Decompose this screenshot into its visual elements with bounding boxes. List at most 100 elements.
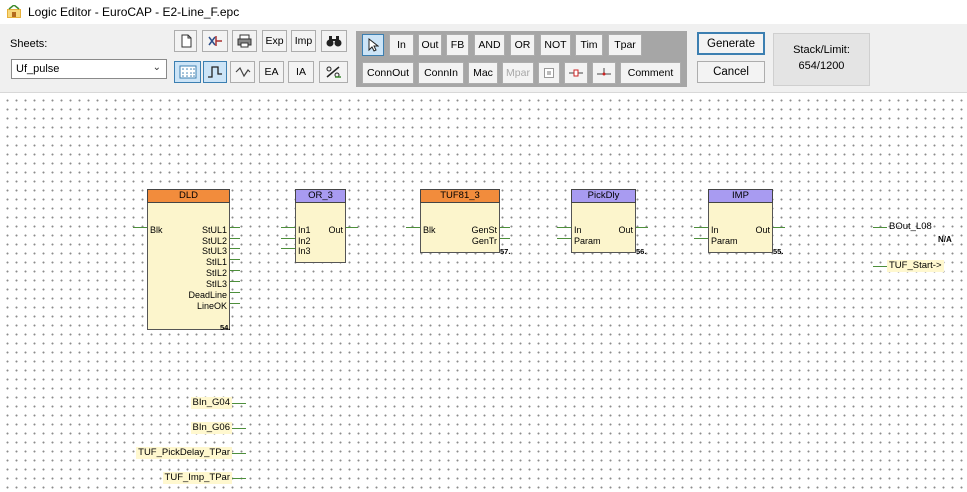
or3-pin-in3: In3	[298, 246, 311, 256]
tpar-tool-label: Tpar	[614, 39, 636, 51]
tuf-pickdelay-tpar-wire	[232, 453, 246, 454]
wire-route-button[interactable]	[203, 61, 227, 83]
input-tuf-pickdelay-tpar[interactable]: TUF_PickDelay_TPar	[136, 447, 232, 459]
sheet-select[interactable]: Uf_pulse ⌄	[11, 59, 167, 79]
dld-pin-stil2: StIL2	[205, 268, 227, 278]
logic-canvas[interactable]: DLD Blk StUL1 StUL2 StUL3 StIL1 StIL2 St…	[0, 93, 967, 492]
box-tool-button[interactable]	[538, 62, 560, 84]
percent-icon	[326, 66, 341, 78]
input-bin-g06[interactable]: BIn_G06	[190, 422, 232, 434]
not-tool-label: NOT	[544, 39, 567, 51]
tpar-tool-button[interactable]: Tpar	[608, 34, 642, 56]
dld-block-number: 54.	[220, 323, 231, 332]
dld-block[interactable]: DLD Blk StUL1 StUL2 StUL3 StIL1 StIL2 St…	[147, 189, 230, 330]
imp-pin-out: Out	[755, 225, 770, 235]
export-button-label: Exp	[265, 35, 284, 47]
app-icon	[7, 5, 21, 18]
out-tool-label: Out	[421, 39, 439, 51]
imp-block-title: IMP	[708, 189, 773, 203]
grid-toggle-button[interactable]	[174, 61, 201, 83]
or3-in3-wire	[281, 248, 295, 249]
or3-block[interactable]: OR_3 In1 In2 In3 Out	[295, 189, 346, 263]
window-title: Logic Editor - EuroCAP - E2-Line_F.epc	[28, 5, 240, 19]
pointer-tool-button[interactable]	[362, 34, 384, 56]
tuf-start-connector[interactable]: TUF_Start->	[887, 260, 944, 272]
input-bin-g04[interactable]: BIn_G04	[190, 397, 232, 409]
or3-block-title: OR_3	[295, 189, 346, 203]
stack-limit-box: Stack/Limit: 654/1200	[773, 33, 870, 86]
dld-pin-blk: Blk	[150, 225, 163, 235]
import-button[interactable]: Imp	[291, 30, 316, 52]
in-tool-button[interactable]: In	[389, 34, 414, 56]
dld-stul1-wire	[230, 227, 240, 228]
not-tool-button[interactable]: NOT	[540, 34, 571, 56]
or3-out-wire	[346, 227, 358, 228]
fb-tool-label: FB	[450, 39, 465, 51]
mpar-tool-label: Mpar	[506, 67, 530, 79]
mac-tool-button[interactable]: Mac	[468, 62, 498, 84]
dld-pin-lineok: LineOK	[196, 301, 227, 311]
connin-tool-label: ConnIn	[424, 67, 458, 79]
or-tool-button[interactable]: OR	[510, 34, 535, 56]
ia-button-label: IA	[296, 66, 306, 78]
wire-route-icon	[208, 66, 222, 78]
cancel-button-label: Cancel	[713, 66, 749, 78]
dld-pin-stil3: StIL3	[205, 279, 227, 289]
junction-tool-button[interactable]	[592, 62, 616, 84]
tuf81-gentr-wire	[500, 238, 510, 239]
fb-tool-button[interactable]: FB	[446, 34, 469, 56]
input-tuf-imp-tpar[interactable]: TUF_Imp_TPar	[162, 472, 232, 484]
dld-deadline-wire	[230, 292, 240, 293]
print-button[interactable]	[232, 30, 257, 52]
generate-button[interactable]: Generate	[697, 32, 765, 55]
find-button[interactable]	[321, 30, 347, 52]
title-bar: Logic Editor - EuroCAP - E2-Line_F.epc	[0, 0, 967, 24]
dld-stul3-wire	[230, 248, 240, 249]
dld-stil3-wire	[230, 281, 240, 282]
new-page-button[interactable]	[174, 30, 197, 52]
tuf81-pin-gentr: GenTr	[471, 236, 497, 246]
signal-wave-icon	[235, 66, 250, 78]
or3-pin-in1: In1	[298, 225, 311, 235]
cancel-button[interactable]: Cancel	[697, 61, 765, 83]
cursor-icon	[368, 38, 379, 52]
export-button[interactable]: Exp	[262, 30, 287, 52]
box-icon	[544, 68, 554, 78]
import-button-label: Imp	[294, 35, 313, 47]
junction-icon	[597, 68, 611, 76]
node-tool-button[interactable]	[564, 62, 588, 84]
tuf81-block[interactable]: TUF81_3 Blk GenSt GenTr	[420, 189, 500, 253]
new-page-icon	[181, 34, 191, 48]
tuf81-genst-wire	[500, 227, 510, 228]
ea-button[interactable]: EA	[259, 61, 284, 83]
pickdly-block[interactable]: PickDly In Param Out	[571, 189, 636, 253]
ia-button[interactable]: IA	[288, 61, 314, 83]
tuf-start-wire	[873, 266, 887, 267]
out-tool-button[interactable]: Out	[418, 34, 442, 56]
tuf81-block-number: 57.	[500, 247, 511, 256]
node-icon	[569, 69, 583, 77]
imp-block[interactable]: IMP In Param Out	[708, 189, 773, 253]
dld-pin-deadline: DeadLine	[188, 290, 227, 300]
tuf81-pin-genst: GenSt	[471, 225, 497, 235]
or-tool-label: OR	[514, 39, 531, 51]
comment-tool-button[interactable]: Comment	[620, 62, 681, 84]
printer-icon	[237, 34, 252, 48]
imp-pin-param: Param	[711, 236, 738, 246]
dld-block-title: DLD	[147, 189, 230, 203]
imp-block-number: 55.	[773, 247, 784, 256]
connout-tool-button[interactable]: ConnOut	[362, 62, 414, 84]
dld-pin-stul1: StUL1	[201, 225, 227, 235]
signal-view-button[interactable]	[230, 61, 255, 83]
stack-limit-value: 654/1200	[798, 60, 845, 72]
logic-symbol-button[interactable]	[202, 30, 228, 52]
percent-button[interactable]	[319, 61, 348, 83]
connin-tool-button[interactable]: ConnIn	[418, 62, 464, 84]
pickdly-pin-param: Param	[574, 236, 601, 246]
bout-output-tag[interactable]: BOut_L08	[887, 221, 934, 233]
generate-button-label: Generate	[707, 37, 755, 50]
imp-out-wire	[773, 227, 785, 228]
and-tool-button[interactable]: AND	[474, 34, 505, 56]
mpar-tool-button[interactable]: Mpar	[502, 62, 534, 84]
tim-tool-button[interactable]: Tim	[575, 34, 603, 56]
